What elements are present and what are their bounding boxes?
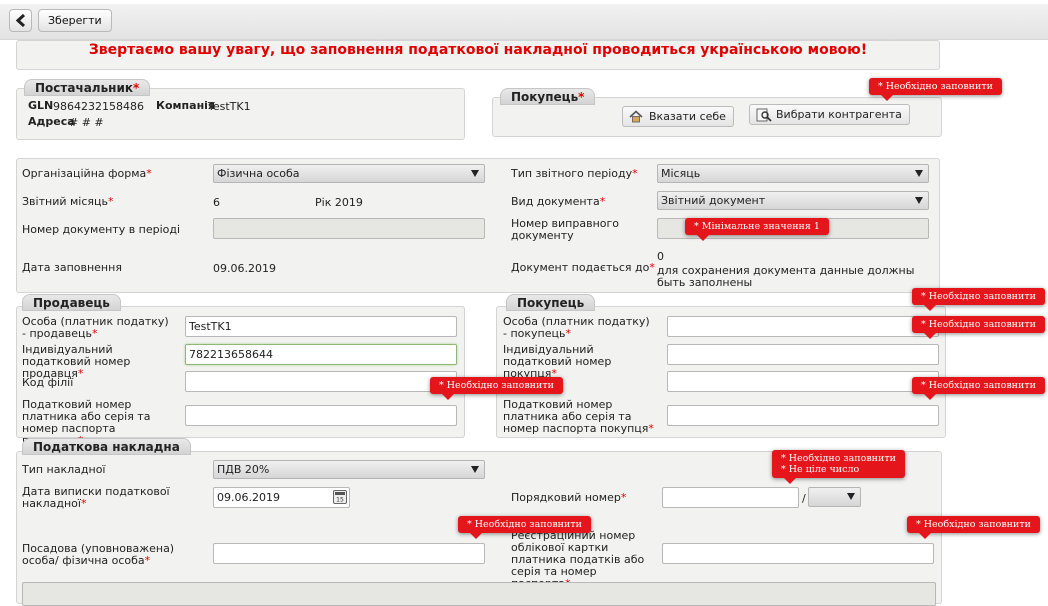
invoice-date-input[interactable]: 09.06.2019 (213, 487, 350, 508)
save-button[interactable]: Зберегти (38, 9, 112, 32)
invoice-date-label: Дата виписки податкової накладної* (22, 485, 170, 510)
choose-counterparty-button[interactable]: Вибрати контрагента (749, 104, 910, 125)
org-form-select[interactable]: Фізична особа (213, 164, 485, 183)
gln-value: 9864232158486 (53, 100, 144, 113)
seller-branch-input[interactable] (185, 371, 457, 392)
chevron-left-icon (16, 14, 26, 27)
chevron-down-icon (915, 170, 923, 177)
period-type-label: Тип звітного періоду* (511, 167, 638, 180)
set-self-button[interactable]: Вказати себе (622, 106, 734, 127)
month-value: 6 (213, 196, 220, 209)
org-form-label: Організаційна форма* (22, 167, 152, 180)
address-label: Адреса (28, 115, 75, 128)
submit-to-note: для сохранения документа данные должны б… (657, 264, 915, 289)
official-input[interactable] (213, 543, 485, 564)
address-value: # # # (69, 116, 104, 129)
seller-title: Продавець (22, 294, 121, 311)
svg-text:15: 15 (336, 497, 344, 504)
doc-number-label: Номер документу в періоді (22, 223, 181, 236)
reg-number-label: Реєстраційний номер облікової картки пла… (511, 529, 645, 590)
buyer-ipn-input[interactable] (667, 344, 939, 365)
fill-date-label: Дата заповнення (22, 261, 122, 274)
search-contact-icon (756, 108, 772, 122)
gln-label: GLN (28, 99, 54, 112)
official-label: Посадова (уповноважена) особа/ фізична о… (22, 542, 175, 567)
supplier-title: Постачальник* (24, 79, 151, 96)
chevron-down-icon (915, 197, 923, 204)
seller-person-label: Особа (платник податку) - продавець* (22, 315, 169, 340)
seller-ipn-label: Індивідуальний податковий номер продавця… (22, 343, 131, 380)
submit-to-value: 0 (657, 250, 664, 263)
company-value: TestTK1 (208, 100, 251, 113)
year-value: Рік 2019 (315, 196, 363, 209)
buyer-branch-input[interactable] (667, 371, 939, 392)
buyer-title: Покупець (506, 294, 596, 311)
order-number-label: Порядковий номер* (511, 491, 627, 504)
invoice-type-select[interactable]: ПДВ 20% (213, 460, 485, 479)
back-button[interactable] (9, 9, 32, 32)
home-icon (629, 110, 643, 123)
invoice-type-label: Тип накладної (22, 463, 106, 476)
chevron-down-icon (471, 466, 479, 473)
period-type-select[interactable]: Місяць (657, 164, 929, 183)
order-separator: / (802, 492, 806, 505)
toolbar (0, 4, 1048, 40)
tooltip-required: * Необхідно заповнити (912, 377, 1045, 400)
seller-ipn-input[interactable]: 782213658644 (185, 344, 457, 365)
buyer-taxnum-label: Податковий номер платника або серія та н… (503, 398, 654, 435)
chevron-down-icon (847, 493, 855, 500)
doc-type-label: Вид документа* (511, 195, 606, 208)
seller-taxnum-input[interactable] (185, 405, 457, 426)
tooltip-required: * Необхідно заповнити (912, 288, 1045, 311)
order-suffix-select[interactable] (808, 487, 861, 507)
buyer-top-title: Покупець* (500, 88, 596, 105)
buyer-person-label: Особа (платник податку) - покупець* (503, 315, 650, 340)
tooltip-required: * Необхідно заповнити (907, 516, 1040, 539)
seller-person-input[interactable]: TestTK1 (185, 316, 457, 337)
bottom-disabled-field[interactable] (22, 582, 936, 606)
tooltip-min-value: * Мінімальне значення 1 (685, 218, 829, 241)
submit-to-label: Документ подається до* (511, 261, 655, 274)
tooltip-required: * Необхідно заповнити (430, 377, 563, 400)
tooltip-order-errors: * Необхідно заповнити * Не ціле число (772, 450, 905, 484)
reg-number-input[interactable] (662, 543, 934, 564)
buyer-taxnum-input[interactable] (667, 405, 939, 426)
month-label: Звітний місяць* (22, 195, 114, 208)
buyer-ipn-label: Індивідуальний податковий номер покупця* (503, 343, 612, 380)
chevron-down-icon (471, 170, 479, 177)
fix-number-label: Номер виправного документу (511, 217, 620, 242)
fill-date-value: 09.06.2019 (213, 262, 276, 275)
tooltip-required: * Необхідно заповнити (912, 316, 1045, 339)
tooltip-required: * Необхідно заповнити (869, 78, 1002, 101)
tooltip-required: * Необхідно заповнити (458, 516, 591, 539)
seller-branch-label: Код філії (22, 376, 74, 389)
order-number-input[interactable] (662, 487, 799, 508)
doc-number-input[interactable] (213, 218, 485, 239)
calendar-icon[interactable]: 15 (333, 490, 347, 504)
company-label: Компанія (156, 99, 215, 112)
doc-type-select[interactable]: Звітний документ (657, 191, 929, 210)
language-notice: Звертаємо вашу увагу, що заповнення пода… (88, 42, 868, 58)
buyer-person-input[interactable] (667, 316, 939, 337)
invoice-title: Податкова накладна (22, 438, 191, 455)
